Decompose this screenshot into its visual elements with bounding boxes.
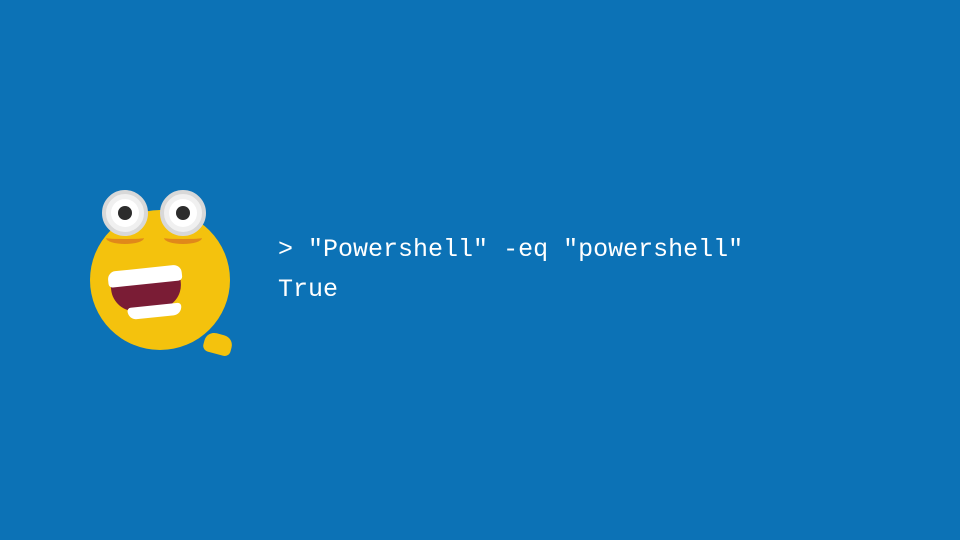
shocked-emoji-icon — [80, 190, 240, 350]
code-block: > "Powershell" -eq "powershell" True — [278, 230, 743, 310]
content-container: > "Powershell" -eq "powershell" True — [80, 190, 743, 350]
prompt-symbol: > — [278, 235, 293, 264]
command-text: "Powershell" -eq "powershell" — [308, 235, 743, 264]
output-text: True — [278, 275, 338, 304]
